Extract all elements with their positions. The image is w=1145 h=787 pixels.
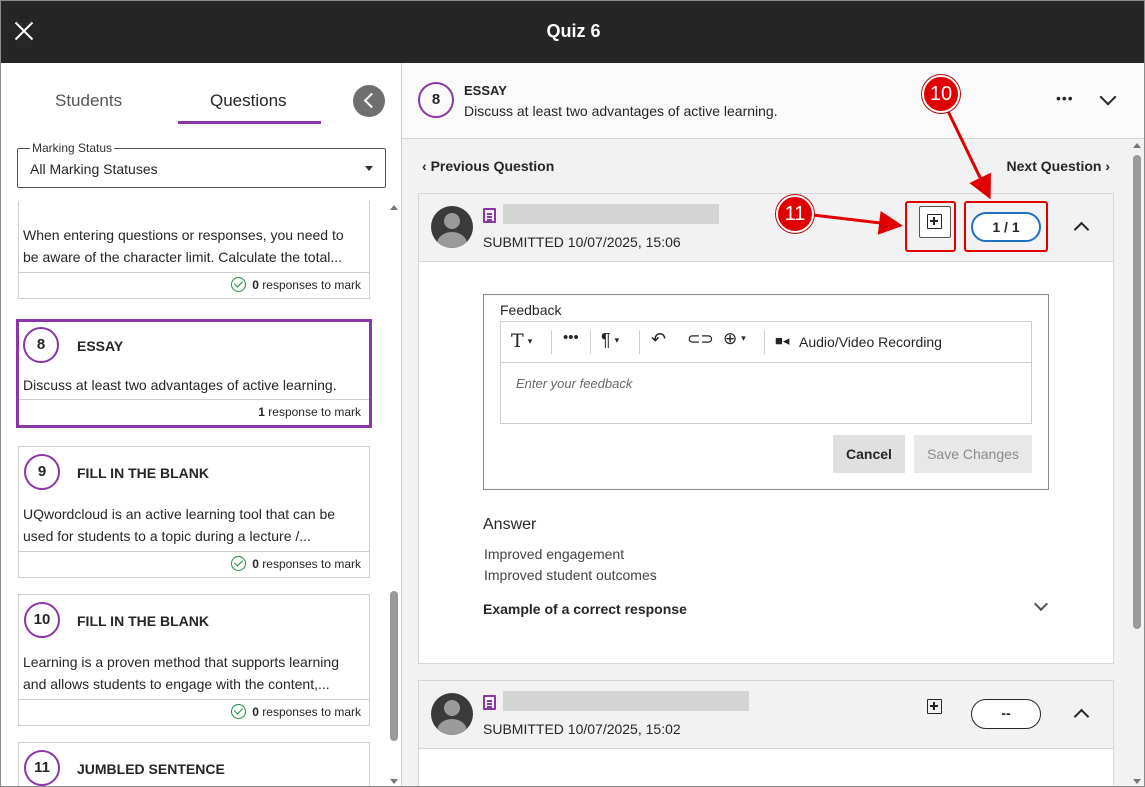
- submitted-timestamp: SUBMITTED 10/07/2025, 15:06: [483, 234, 681, 250]
- question-number: 9: [24, 454, 60, 490]
- example-response-toggle[interactable]: Example of a correct response: [483, 601, 687, 617]
- editor-toolbar: T ▾ ••• ¶ ▾ ↶ ⊂⊃ ⊕ ▾ ■◂ Audio/Video Recordi…: [501, 322, 1031, 363]
- card-footer: 1 response to mark: [19, 399, 369, 425]
- scroll-up-icon[interactable]: [1133, 143, 1141, 148]
- student-name-redacted: [503, 204, 719, 224]
- undo-icon[interactable]: ↶: [651, 329, 666, 350]
- question-card[interactable]: When entering questions or responses, yo…: [18, 201, 370, 299]
- left-scrollbar[interactable]: [388, 201, 400, 786]
- question-card-selected[interactable]: 8 ESSAY Discuss at least two advantages …: [16, 319, 372, 428]
- scroll-up-icon[interactable]: [390, 205, 398, 210]
- avatar: [431, 693, 473, 735]
- question-number: 8: [418, 82, 454, 118]
- question-text: UQwordcloud is an active learning tool t…: [23, 506, 336, 544]
- text-format-icon[interactable]: T ▾: [511, 330, 532, 352]
- link-icon[interactable]: ⊂⊃: [687, 329, 714, 349]
- callout-11: 11: [776, 195, 814, 233]
- paragraph-icon[interactable]: ¶ ▾: [601, 330, 619, 351]
- highlight-score: [964, 201, 1048, 252]
- cancel-button[interactable]: Cancel: [833, 435, 905, 473]
- marking-status-select[interactable]: Marking Status All Marking Statuses: [17, 141, 386, 188]
- insert-icon[interactable]: ⊕ ▾: [723, 329, 746, 349]
- question-text: Discuss at least two advantages of activ…: [23, 377, 337, 393]
- question-list: When entering questions or responses, yo…: [1, 201, 388, 786]
- question-text: When entering questions or responses, yo…: [23, 227, 344, 265]
- marking-status-label: Marking Status: [30, 141, 115, 155]
- score-input[interactable]: --: [971, 699, 1041, 729]
- question-number: 10: [24, 602, 60, 638]
- question-number: 8: [23, 327, 59, 363]
- submission-card: SUBMITTED 10/07/2025, 15:06 1 / 1 Feedba…: [418, 193, 1114, 664]
- card-footer: 0 responses to mark: [19, 272, 369, 298]
- tab-students[interactable]: Students: [55, 91, 122, 111]
- scroll-down-icon[interactable]: [1133, 779, 1141, 784]
- caret-down-icon: [365, 166, 373, 171]
- page-title: Quiz 6: [546, 21, 601, 41]
- question-number: 11: [24, 750, 60, 786]
- scroll-thumb[interactable]: [1133, 155, 1141, 629]
- more-format-icon[interactable]: •••: [563, 329, 579, 346]
- question-type: JUMBLED SENTENCE: [77, 761, 225, 777]
- chevron-up-icon[interactable]: [1073, 708, 1090, 725]
- check-circle-icon: [231, 704, 247, 719]
- card-footer: 0 responses to mark: [19, 699, 369, 725]
- feedback-panel: Feedback T ▾ ••• ¶ ▾ ↶ ⊂⊃ ⊕ ▾ ■◂ Audio/V…: [483, 294, 1049, 490]
- top-bar: Quiz 6: [1, 1, 1144, 63]
- marking-status-value: All Marking Statuses: [30, 161, 158, 177]
- submission-header: SUBMITTED 10/07/2025, 15:02 --: [419, 681, 1113, 749]
- question-text: Learning is a proven method that support…: [23, 654, 339, 692]
- back-arrow-icon[interactable]: [353, 85, 385, 117]
- more-icon[interactable]: [1056, 90, 1074, 106]
- answer-heading: Answer: [483, 516, 537, 533]
- card-footer: 0 responses to mark: [19, 551, 369, 577]
- highlight-feedback-button: [905, 201, 956, 252]
- next-question-link[interactable]: Next Question ›: [1007, 158, 1110, 174]
- student-name-redacted: [503, 691, 749, 711]
- tab-questions[interactable]: Questions: [210, 91, 287, 111]
- document-icon: [483, 695, 496, 710]
- question-card[interactable]: 10 FILL IN THE BLANK Learning is a prove…: [18, 594, 370, 726]
- scroll-down-icon[interactable]: [390, 779, 398, 784]
- toolbar-divider: [551, 330, 552, 354]
- feedback-label: Feedback: [500, 302, 562, 318]
- right-panel: 8 ESSAY Discuss at least two advantages …: [402, 63, 1144, 786]
- question-card[interactable]: 9 FILL IN THE BLANK UQwordcloud is an ac…: [18, 446, 370, 578]
- check-circle-icon: [231, 277, 247, 292]
- callout-10: 10: [922, 75, 960, 113]
- answer-line: Improved student outcomes: [484, 567, 657, 583]
- feedback-editor: T ▾ ••• ¶ ▾ ↶ ⊂⊃ ⊕ ▾ ■◂ Audio/Video Recordi…: [500, 321, 1032, 424]
- add-feedback-icon: [927, 699, 942, 714]
- audio-video-recording-button[interactable]: Audio/Video Recording: [799, 334, 942, 350]
- question-header: 8 ESSAY Discuss at least two advantages …: [402, 63, 1144, 139]
- video-camera-icon[interactable]: ■◂: [775, 333, 789, 349]
- question-type: FILL IN THE BLANK: [77, 465, 209, 481]
- avatar: [431, 206, 473, 248]
- chevron-down-icon[interactable]: [1033, 596, 1049, 612]
- toolbar-divider: [764, 330, 765, 354]
- active-tab-indicator: [178, 121, 321, 124]
- right-scrollbar[interactable]: [1130, 139, 1144, 786]
- question-type: ESSAY: [77, 338, 124, 354]
- document-icon: [483, 208, 496, 223]
- answer-line: Improved engagement: [484, 546, 625, 562]
- toolbar-divider: [639, 330, 640, 354]
- toolbar-divider: [590, 330, 591, 354]
- question-card[interactable]: 11 JUMBLED SENTENCE: [18, 742, 370, 786]
- question-type: FILL IN THE BLANK: [77, 613, 209, 629]
- app-window: Quiz 6 Students Questions Marking Status…: [0, 0, 1145, 787]
- feedback-input[interactable]: Enter your feedback: [516, 376, 632, 391]
- chevron-up-icon[interactable]: [1073, 221, 1090, 238]
- save-changes-button[interactable]: Save Changes: [914, 435, 1032, 473]
- check-circle-icon: [231, 556, 247, 571]
- submission-card: SUBMITTED 10/07/2025, 15:02 --: [418, 680, 1114, 786]
- scroll-thumb[interactable]: [390, 591, 398, 741]
- submitted-timestamp: SUBMITTED 10/07/2025, 15:02: [483, 721, 681, 737]
- question-type: ESSAY: [464, 83, 507, 98]
- add-feedback-button[interactable]: [925, 697, 945, 717]
- chevron-down-icon[interactable]: [1099, 88, 1117, 106]
- question-text: Discuss at least two advantages of activ…: [464, 103, 778, 119]
- previous-question-link[interactable]: ‹ Previous Question: [422, 158, 554, 174]
